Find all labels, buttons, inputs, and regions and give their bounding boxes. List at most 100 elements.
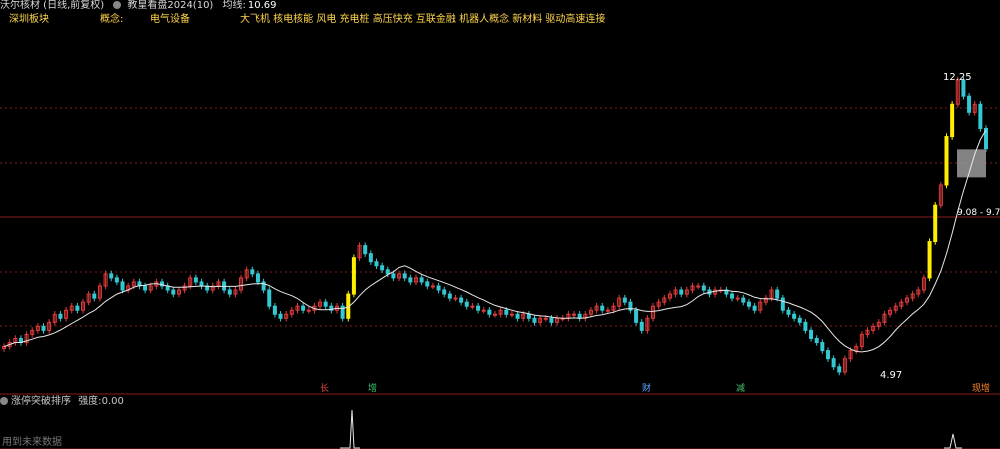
- candle-body: [746, 301, 751, 307]
- candle-body: [634, 309, 639, 323]
- candle-body: [58, 313, 63, 319]
- event-marker[interactable]: 增: [366, 384, 379, 394]
- candle-body: [447, 293, 452, 299]
- breakout-spike: [340, 409, 360, 449]
- candle-body: [493, 313, 497, 316]
- candle-body: [978, 103, 983, 129]
- candle-body: [577, 313, 582, 319]
- candlestick-chart[interactable]: [0, 0, 1000, 449]
- candle-body: [408, 277, 413, 283]
- event-marker[interactable]: 减: [734, 384, 747, 394]
- candle-body: [752, 305, 757, 311]
- strength-label: 强度:: [78, 396, 102, 407]
- candle-body: [831, 358, 836, 368]
- candle-body: [306, 309, 311, 312]
- candle-body: [380, 265, 385, 271]
- candle-body: [950, 103, 955, 138]
- candle-body: [323, 301, 328, 307]
- candle-body: [572, 313, 577, 316]
- candle-body: [199, 281, 204, 287]
- candle-body: [470, 305, 475, 308]
- event-marker[interactable]: 现增: [970, 384, 992, 394]
- sub-settings-dot-icon[interactable]: [0, 397, 8, 405]
- future-data-hint: 用到未来数据: [2, 437, 62, 448]
- candle-body: [374, 261, 379, 267]
- candle-body: [436, 285, 441, 291]
- candle-body: [532, 317, 537, 323]
- candle-body: [476, 305, 481, 311]
- candle-body: [622, 297, 627, 303]
- candle-body: [515, 313, 520, 319]
- candle-body: [775, 289, 780, 299]
- candle-body: [301, 305, 306, 311]
- candle-body: [442, 289, 447, 295]
- candle-body: [487, 309, 492, 315]
- candle-body: [944, 136, 949, 186]
- candle-body: [193, 277, 198, 283]
- candle-body: [825, 350, 830, 360]
- candle-body: [509, 313, 514, 316]
- candle-body: [363, 245, 368, 255]
- sub-panel-title: 涨停突破排序 强度:0.00: [0, 396, 124, 407]
- candle-body: [481, 309, 486, 312]
- candle-body: [701, 285, 706, 291]
- candle-body: [391, 273, 396, 279]
- candle-body: [109, 273, 114, 279]
- candle-body: [792, 313, 797, 319]
- candle-body: [459, 297, 464, 303]
- strength-value: 0.00: [101, 396, 124, 407]
- high-price-label: 12.25: [943, 72, 972, 83]
- candle-body: [837, 366, 842, 373]
- candle-body: [272, 305, 277, 315]
- candle-body: [351, 257, 356, 295]
- candle-body: [504, 309, 509, 315]
- candle-body: [933, 204, 938, 243]
- candle-body: [809, 329, 814, 339]
- low-price-label: 4.97: [880, 370, 903, 381]
- candle-body: [267, 289, 272, 307]
- candle-body: [639, 321, 644, 331]
- candle-body: [605, 309, 610, 312]
- candle-body: [402, 273, 407, 279]
- zone-range-label: 9.08 - 9.74: [957, 208, 1000, 218]
- candle-body: [419, 277, 424, 283]
- candle-body: [741, 297, 746, 303]
- candle-body: [967, 95, 972, 113]
- candle-body: [430, 285, 435, 288]
- candle-body: [820, 342, 825, 352]
- event-marker[interactable]: 财: [640, 384, 653, 394]
- candle-body: [927, 241, 932, 279]
- sub-indicator-name[interactable]: 涨停突破排序: [11, 396, 71, 407]
- candle-body: [730, 293, 735, 299]
- candle-body: [425, 281, 430, 287]
- candle-body: [143, 285, 148, 291]
- candle-body: [526, 313, 531, 319]
- candle-body: [453, 297, 458, 300]
- breakout-spike: [944, 433, 962, 449]
- candle-body: [41, 325, 46, 331]
- candle-body: [114, 277, 119, 283]
- candle-body: [227, 289, 232, 295]
- candle-body: [735, 297, 740, 300]
- candle-body: [255, 273, 260, 283]
- candle-body: [780, 297, 785, 311]
- candle-body: [171, 289, 176, 295]
- candle-body: [464, 301, 469, 307]
- candle-body: [549, 317, 554, 323]
- candle-body: [679, 289, 684, 295]
- candle-body: [75, 305, 80, 311]
- candle-body: [92, 293, 97, 299]
- candle-body: [696, 285, 701, 288]
- candle-body: [385, 269, 390, 275]
- candle-body: [786, 309, 791, 315]
- candle-body: [250, 269, 255, 275]
- candle-body: [797, 317, 802, 323]
- candle-body: [278, 313, 283, 319]
- candle-body: [803, 321, 808, 331]
- candle-body: [814, 337, 819, 344]
- candle-body: [543, 317, 548, 320]
- candle-body: [600, 305, 605, 311]
- event-marker[interactable]: 长: [318, 384, 331, 394]
- candle-body: [120, 281, 125, 291]
- candle-body: [368, 253, 373, 263]
